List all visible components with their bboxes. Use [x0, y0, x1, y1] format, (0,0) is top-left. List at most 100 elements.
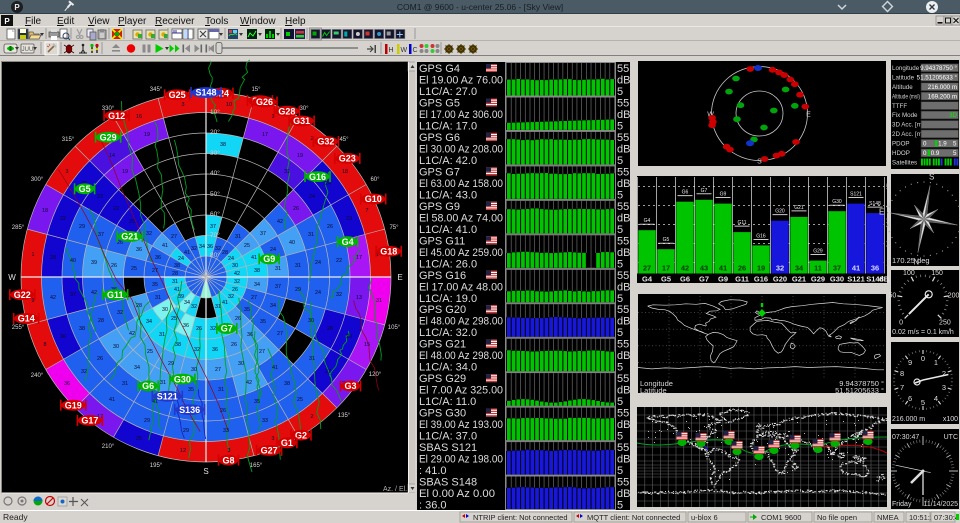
svg-text:El 17.00 Az 48.00: El 17.00 Az 48.00: [419, 281, 503, 293]
svg-text:G16: G16: [309, 172, 326, 182]
svg-text:31: 31: [295, 263, 301, 269]
svg-text:16: 16: [136, 114, 142, 120]
svg-text:28: 28: [327, 326, 333, 332]
svg-text:G11: G11: [735, 275, 749, 284]
svg-text:5: 5: [617, 500, 623, 512]
svg-text:35: 35: [244, 307, 250, 313]
svg-text:G21: G21: [121, 232, 138, 242]
svg-text:0: 0: [899, 319, 903, 326]
svg-text:26: 26: [232, 287, 238, 293]
svg-text:40: 40: [70, 258, 76, 264]
svg-text:27: 27: [215, 367, 221, 373]
svg-text:25: 25: [131, 266, 137, 272]
svg-text:255°: 255°: [12, 325, 25, 331]
svg-text:Fix Mode: Fix Mode: [892, 112, 918, 119]
svg-text:32: 32: [81, 369, 87, 375]
svg-text:37: 37: [260, 231, 266, 237]
svg-text:2: 2: [942, 369, 946, 378]
svg-text:View: View: [88, 16, 110, 27]
svg-text:MQTT client: Not connected: MQTT client: Not connected: [587, 513, 680, 522]
svg-text:07:30:47: 07:30:47: [892, 434, 919, 441]
svg-text:G28: G28: [278, 106, 295, 116]
svg-text:C: C: [413, 47, 418, 54]
svg-text:5: 5: [617, 293, 623, 305]
svg-text:40°: 40°: [210, 169, 220, 177]
svg-text:17: 17: [662, 264, 670, 273]
svg-text:dB: dB: [617, 488, 630, 500]
svg-text:43: 43: [700, 264, 708, 273]
svg-text:26: 26: [220, 408, 226, 414]
svg-text:dB: dB: [617, 212, 630, 224]
svg-text:G29: G29: [100, 132, 117, 142]
svg-text:G30: G30: [832, 199, 842, 205]
svg-text:El 30.00 Az 208.00: El 30.00 Az 208.00: [419, 143, 503, 155]
svg-text:dB: dB: [617, 454, 630, 466]
svg-text:55: 55: [617, 339, 629, 351]
svg-text:19: 19: [757, 264, 765, 273]
svg-text:SBAS S121: SBAS S121: [419, 442, 477, 454]
svg-text:5: 5: [617, 327, 623, 339]
svg-text:55: 55: [617, 477, 629, 489]
svg-text:42: 42: [277, 219, 283, 225]
svg-text:30°: 30°: [299, 106, 309, 112]
svg-text:G4: G4: [342, 237, 354, 247]
svg-text:41: 41: [109, 397, 115, 403]
svg-text:120°: 120°: [369, 372, 382, 378]
svg-text:25: 25: [147, 349, 153, 355]
svg-text:G3: G3: [344, 381, 356, 391]
svg-text:29: 29: [144, 418, 150, 424]
svg-text:38: 38: [79, 326, 85, 332]
svg-text:35: 35: [254, 399, 260, 405]
svg-text:15: 15: [364, 342, 370, 348]
svg-text:35: 35: [260, 319, 266, 325]
svg-text:E: E: [397, 273, 402, 282]
svg-text:L1C/A: 32.0: L1C/A: 32.0: [419, 327, 477, 339]
svg-text:27: 27: [259, 349, 265, 355]
svg-text:55: 55: [617, 132, 629, 144]
svg-text:41: 41: [162, 243, 168, 249]
svg-text:19: 19: [297, 153, 303, 159]
svg-text:41: 41: [251, 255, 257, 261]
svg-text:55: 55: [617, 201, 629, 213]
svg-text:25: 25: [136, 436, 142, 442]
svg-text:NTRIP client: Not connected: NTRIP client: Not connected: [473, 513, 568, 522]
svg-text:25: 25: [171, 316, 177, 322]
svg-text:Window: Window: [240, 16, 276, 27]
svg-text:300°: 300°: [31, 177, 44, 183]
svg-text:Longitude: Longitude: [892, 65, 920, 72]
svg-text:33: 33: [223, 428, 229, 434]
svg-text:55: 55: [617, 166, 629, 178]
svg-text:41: 41: [184, 250, 190, 256]
svg-text:19: 19: [122, 169, 128, 175]
svg-text:29: 29: [183, 428, 189, 434]
svg-text:Satellites: Satellites: [892, 160, 917, 167]
svg-text:El 58.00 Az 74.00: El 58.00 Az 74.00: [419, 212, 503, 224]
svg-text:3: 3: [182, 102, 185, 108]
svg-text:37: 37: [210, 224, 216, 230]
svg-text:1.9: 1.9: [938, 141, 947, 148]
svg-text:G9: G9: [263, 254, 275, 264]
svg-text:36: 36: [183, 323, 189, 329]
svg-text:26: 26: [231, 342, 237, 348]
svg-text:28: 28: [136, 303, 142, 309]
svg-text:: 41.0: : 41.0: [419, 465, 447, 477]
svg-text:37: 37: [98, 232, 104, 238]
svg-text:38: 38: [254, 268, 260, 274]
svg-text:COM1 9600: COM1 9600: [761, 513, 801, 522]
svg-text:55: 55: [617, 304, 629, 316]
svg-text:L1C/A: 19.0: L1C/A: 19.0: [419, 293, 477, 305]
svg-text:G31: G31: [293, 116, 310, 126]
svg-text:GPS G29: GPS G29: [419, 373, 466, 385]
svg-text:S136: S136: [179, 405, 200, 415]
svg-text:30: 30: [113, 344, 119, 350]
svg-text:File: File: [25, 16, 42, 27]
svg-text:100: 100: [903, 270, 915, 277]
svg-text:dB: dB: [879, 275, 890, 284]
svg-text:G5: G5: [663, 237, 670, 243]
svg-text:34: 34: [795, 264, 804, 273]
svg-text:G23: G23: [339, 154, 356, 164]
svg-text:38: 38: [175, 342, 181, 348]
svg-text:55: 55: [617, 63, 629, 75]
svg-text:29: 29: [295, 287, 301, 293]
svg-text:23: 23: [97, 194, 103, 200]
